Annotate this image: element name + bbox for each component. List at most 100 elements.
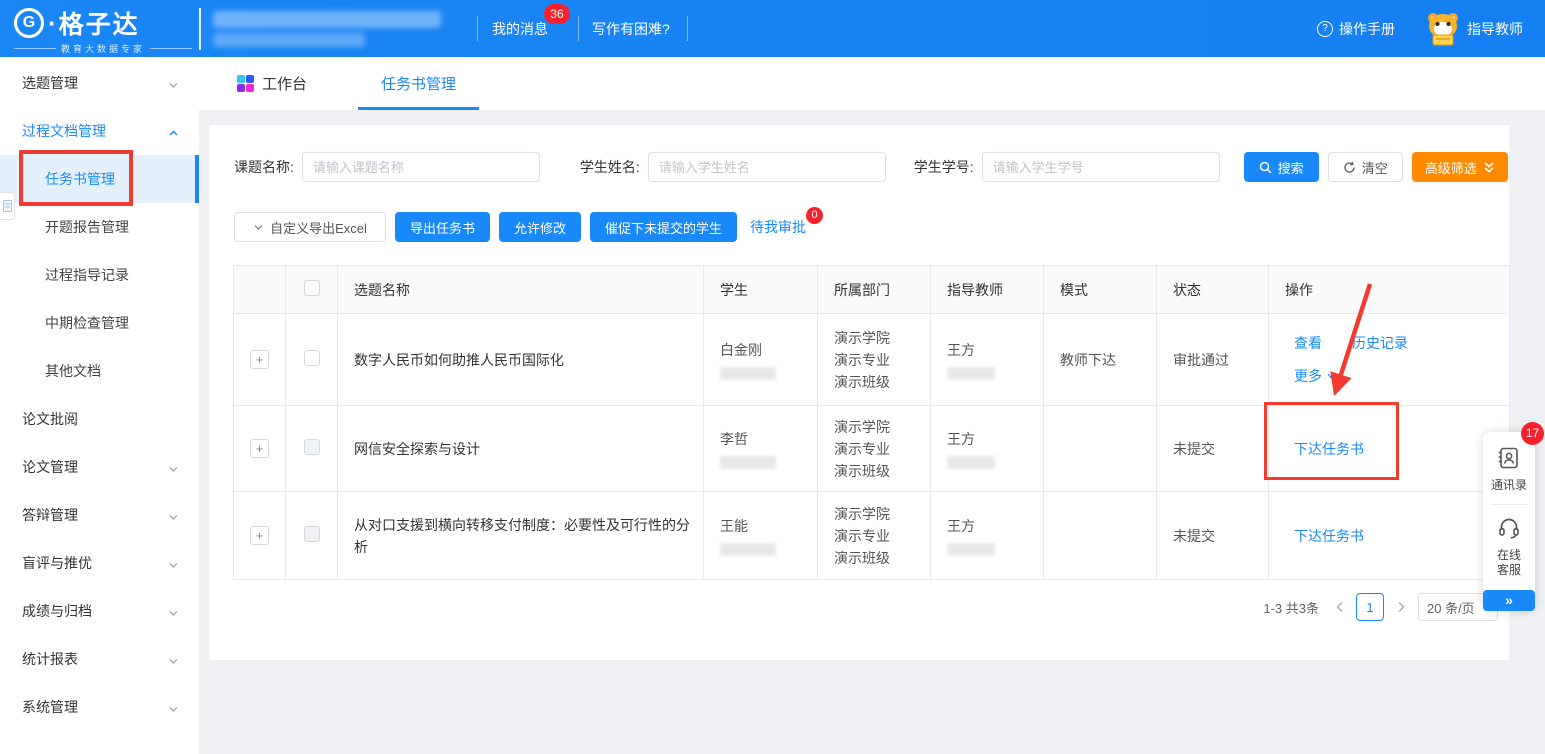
double-chevron-down-icon — [1483, 161, 1495, 174]
sidebar-item-statistics[interactable]: 统计报表 — [0, 635, 199, 683]
row-checkbox[interactable] — [304, 350, 320, 366]
expand-row-button[interactable]: + — [250, 350, 269, 369]
student-name-label: 学生姓名: — [580, 157, 640, 177]
row-checkbox[interactable] — [304, 439, 320, 455]
action-row: 自定义导出Excel 导出任务书 允许修改 催促下未提交的学生 待我审批 0 — [234, 212, 806, 242]
topic-name-input[interactable] — [302, 152, 540, 182]
workbench-link[interactable]: 工作台 — [237, 57, 307, 110]
chevron-down-icon — [168, 606, 179, 622]
messages-count-badge: 36 — [544, 4, 570, 24]
sidebar-subitem-opening-report[interactable]: 开题报告管理 — [0, 203, 199, 251]
custom-export-excel-button[interactable]: 自定义导出Excel — [234, 212, 386, 242]
history-link[interactable]: 历史记录 — [1352, 333, 1408, 353]
sidebar-item-process-docs[interactable]: 过程文档管理 — [0, 107, 199, 155]
export-task-book-button[interactable]: 导出任务书 — [395, 212, 490, 242]
sidebar-item-label: 盲评与推优 — [22, 553, 92, 573]
contacts-button[interactable]: 通讯录 — [1483, 446, 1535, 493]
sidebar-item-blind-review[interactable]: 盲评与推优 — [0, 539, 199, 587]
sidebar-item-label: 系统管理 — [22, 697, 78, 717]
select-all-checkbox[interactable] — [304, 280, 320, 296]
online-service-label-line2: 客服 — [1483, 563, 1535, 578]
topic-name-label: 课题名称: — [234, 157, 294, 177]
sidebar-subitem-other-docs[interactable]: 其他文档 — [0, 347, 199, 395]
mascot-tiger-icon[interactable] — [1424, 9, 1462, 47]
advisor-name: 王方 — [947, 516, 1033, 536]
chevron-down-icon — [253, 222, 264, 233]
expand-row-button[interactable]: + — [250, 526, 269, 545]
dept-class: 演示班级 — [834, 460, 920, 482]
redacted-advisor-id — [947, 367, 995, 380]
urge-unsubmitted-button[interactable]: 催促下未提交的学生 — [590, 212, 737, 242]
page-number-button[interactable]: 1 — [1356, 593, 1384, 621]
sidebar-item-label: 论文管理 — [22, 457, 78, 477]
sidebar-item-topic-management[interactable]: 选题管理 — [0, 59, 199, 107]
issue-task-book-link[interactable]: 下达任务书 — [1294, 441, 1364, 457]
content-panel: 课题名称: 学生姓名: 学生学号: 搜索 清空 高级筛选 — [209, 125, 1509, 660]
dept-major: 演示专业 — [834, 525, 920, 547]
task-table: 选题名称 学生 所属部门 指导教师 模式 状态 操作 + 数字人民币如何助推人民… — [233, 265, 1510, 580]
sidebar-item-system-management[interactable]: 系统管理 — [0, 683, 199, 731]
page-icon — [3, 200, 12, 212]
col-title: 选题名称 — [338, 266, 704, 314]
main-content: 工作台 任务书管理 课题名称: 学生姓名: 学生学号: 搜索 清空 — [199, 57, 1545, 754]
more-link[interactable]: 更多 — [1294, 366, 1322, 386]
next-page-button[interactable] — [1393, 593, 1409, 621]
allow-modify-button[interactable]: 允许修改 — [499, 212, 581, 242]
role-label: 指导教师 — [1467, 0, 1523, 57]
sidebar-nav: 选题管理 过程文档管理 任务书管理 开题报告管理 过程指导记录 中期检查管理 其… — [0, 57, 199, 754]
sidebar-item-paper-review[interactable]: 论文批阅 — [0, 395, 199, 443]
chevron-up-icon — [168, 126, 179, 142]
custom-export-label: 自定义导出Excel — [270, 218, 367, 237]
my-messages-link[interactable]: 我的消息 — [492, 0, 548, 57]
sidebar-item-grades-archive[interactable]: 成绩与归档 — [0, 587, 199, 635]
pending-review-label: 待我审批 — [750, 219, 806, 235]
pending-review-link[interactable]: 待我审批 0 — [750, 217, 806, 237]
sidebar-item-label: 答辩管理 — [22, 505, 78, 525]
tab-task-book-management[interactable]: 任务书管理 — [358, 57, 479, 110]
header-separator — [477, 16, 478, 41]
chevron-right-icon — [1397, 601, 1406, 613]
redacted-student-id — [720, 543, 776, 556]
sidebar-item-defense-management[interactable]: 答辩管理 — [0, 491, 199, 539]
dept-major: 演示专业 — [834, 349, 920, 371]
col-mode: 模式 — [1044, 266, 1157, 314]
advanced-filter-button[interactable]: 高级筛选 — [1412, 152, 1508, 182]
sidebar-subitem-midterm-check[interactable]: 中期检查管理 — [0, 299, 199, 347]
col-advisor: 指导教师 — [931, 266, 1044, 314]
sidebar-item-paper-management[interactable]: 论文管理 — [0, 443, 199, 491]
row-checkbox[interactable] — [304, 526, 320, 542]
clear-button[interactable]: 清空 — [1328, 152, 1403, 182]
header-divider — [199, 8, 201, 50]
sidebar-subitem-label: 过程指导记录 — [45, 265, 129, 285]
dept-college: 演示学院 — [834, 503, 920, 525]
expand-row-button[interactable]: + — [250, 439, 269, 458]
sidebar-collapse-handle[interactable] — [0, 192, 15, 220]
search-button[interactable]: 搜索 — [1244, 152, 1319, 182]
chevron-down-icon — [168, 510, 179, 526]
prev-page-button[interactable] — [1331, 593, 1347, 621]
header-separator — [578, 16, 579, 41]
advisor-name: 王方 — [947, 340, 1033, 360]
top-header: G · 格子达 教育大数据专家 我的消息 36 写作有困难? ? 操作手册 指导… — [0, 0, 1545, 57]
issue-task-book-link[interactable]: 下达任务书 — [1294, 528, 1364, 544]
manual-label: 操作手册 — [1339, 19, 1395, 39]
redacted-user-info-line1 — [213, 11, 441, 28]
collapse-panel-button[interactable]: » — [1483, 590, 1535, 611]
student-name: 白金刚 — [720, 340, 807, 360]
refresh-icon — [1343, 161, 1356, 174]
student-id-input[interactable] — [982, 152, 1220, 182]
manual-link[interactable]: ? 操作手册 — [1317, 0, 1395, 57]
writing-help-link[interactable]: 写作有困难? — [592, 0, 670, 57]
online-service-label-line1: 在线 — [1483, 548, 1535, 563]
sidebar-subitem-guidance-record[interactable]: 过程指导记录 — [0, 251, 199, 299]
redacted-advisor-id — [947, 456, 995, 469]
pending-review-badge: 0 — [806, 207, 823, 224]
dept-class: 演示班级 — [834, 547, 920, 569]
view-link[interactable]: 查看 — [1294, 333, 1322, 353]
table-row: + 从对口支援到横向转移支付制度：必要性及可行性的分析 王能 演示学院 演示专业… — [234, 492, 1510, 580]
sidebar-subitem-task-book[interactable]: 任务书管理 — [0, 155, 199, 203]
advanced-filter-label: 高级筛选 — [1425, 158, 1477, 177]
student-name-input[interactable] — [648, 152, 886, 182]
brand-logo: G · 格子达 教育大数据专家 — [14, 5, 192, 55]
online-service-button[interactable]: 在线 客服 — [1483, 516, 1535, 578]
